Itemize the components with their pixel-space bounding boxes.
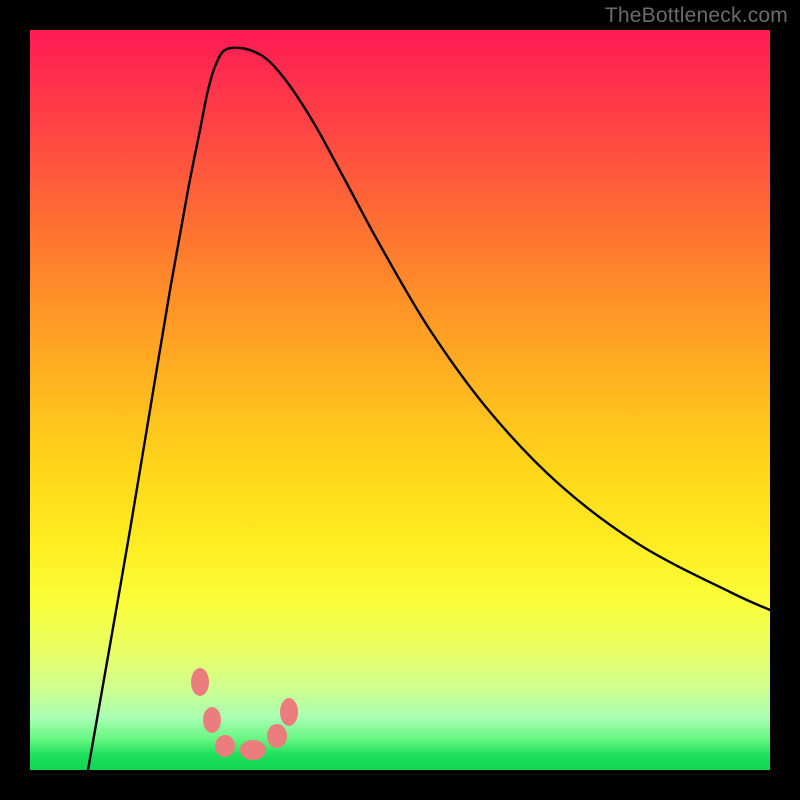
chart-plot-area [30,30,770,770]
marker-1 [191,668,209,696]
marker-3 [215,735,235,757]
watermark-text: TheBottleneck.com [605,4,788,28]
bottleneck-curve-path [88,48,770,770]
bottleneck-curve-svg [30,30,770,770]
marker-4 [240,740,266,760]
marker-2 [203,707,221,733]
marker-5 [267,724,287,748]
marker-6 [280,698,298,726]
curve-markers [191,668,298,760]
